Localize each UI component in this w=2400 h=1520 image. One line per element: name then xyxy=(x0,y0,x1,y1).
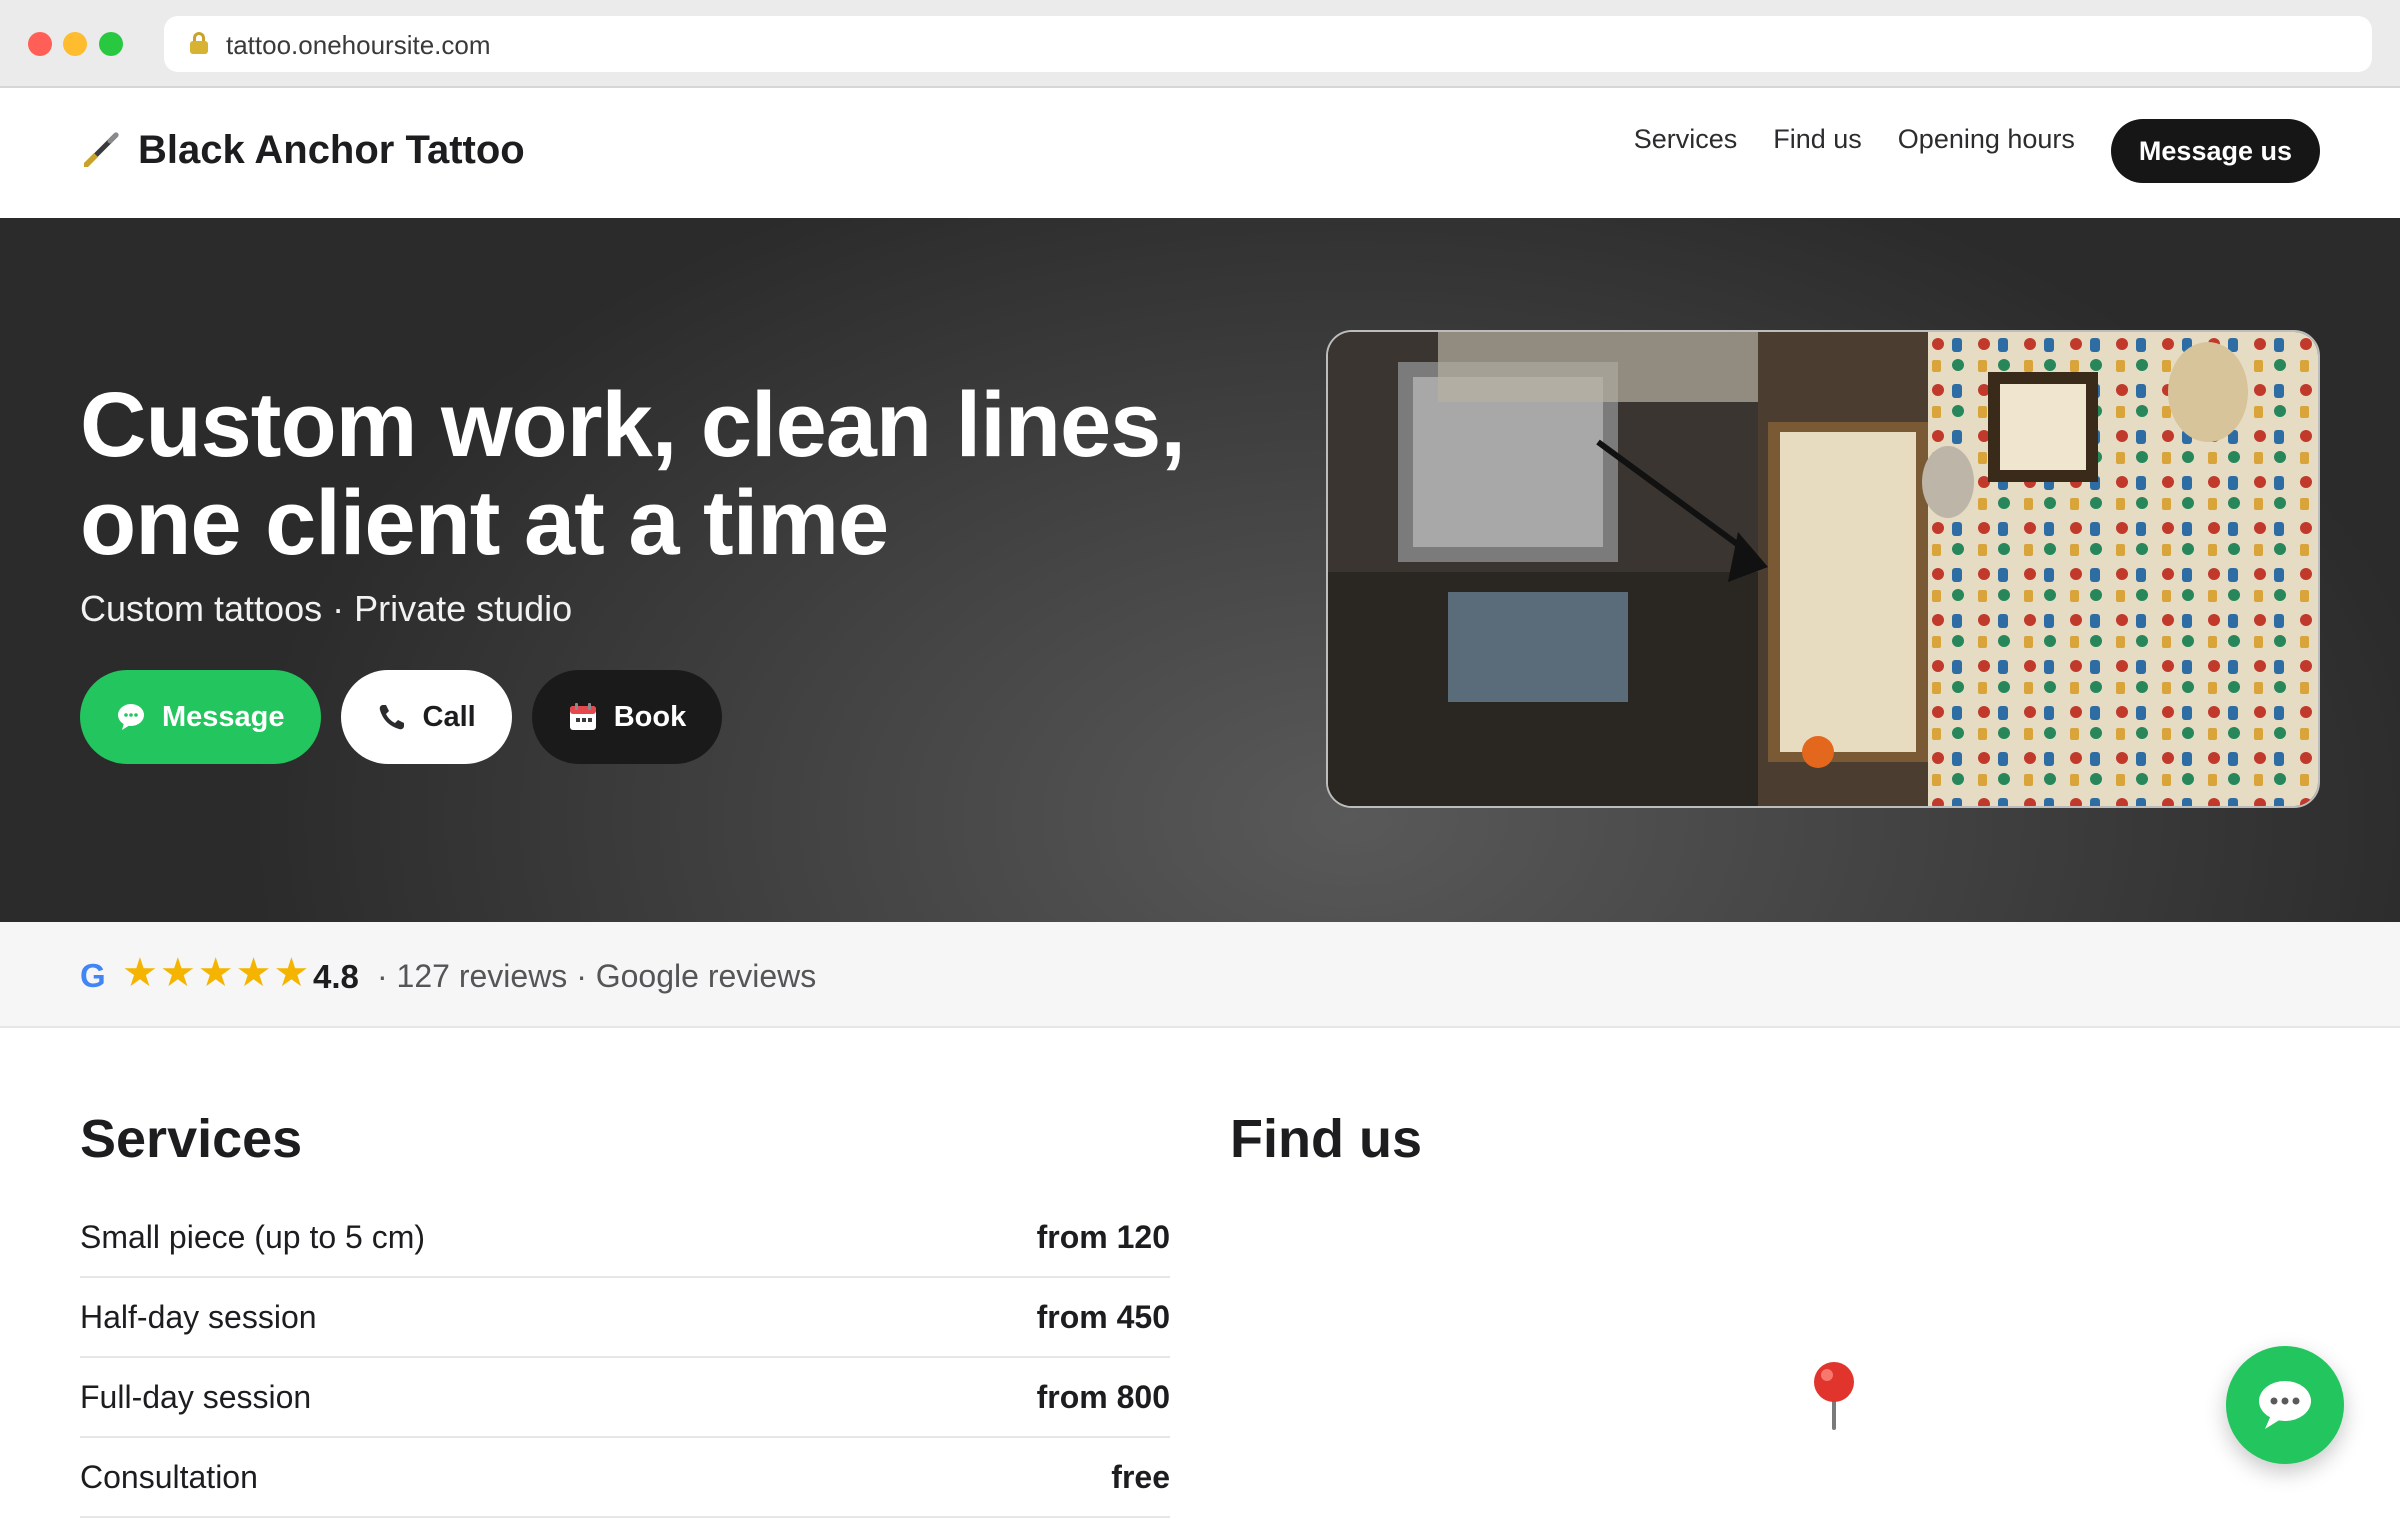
hero-section: Custom work, clean lines, one client at … xyxy=(0,218,2400,922)
speech-bubble-icon xyxy=(118,704,144,730)
brand-name: Black Anchor Tattoo xyxy=(138,128,525,172)
service-price: from 800 xyxy=(1036,1378,1170,1415)
message-button[interactable]: Message xyxy=(80,670,321,764)
service-price: from 120 xyxy=(1036,1218,1170,1255)
chat-button[interactable] xyxy=(2226,1346,2344,1464)
star-rating-icon: ★★★★★ xyxy=(122,951,312,995)
site-header: Black Anchor Tattoo Services Find us Ope… xyxy=(0,88,2400,218)
lock-icon xyxy=(190,32,208,54)
service-name: Full-day session xyxy=(80,1378,312,1415)
rating-value: 4.8 xyxy=(313,958,359,995)
services-heading: Services xyxy=(80,1109,303,1169)
service-price: from 450 xyxy=(1036,1298,1170,1335)
maximize-window-button[interactable] xyxy=(99,32,123,56)
phone-icon xyxy=(379,705,404,730)
message-us-button[interactable]: Message us xyxy=(2110,119,2320,183)
map-pin-icon[interactable] xyxy=(1808,1360,1860,1430)
service-row: Half-day session from 450 xyxy=(80,1278,1170,1358)
hero-subtitle: Custom tattoos · Private studio xyxy=(80,588,573,629)
book-button[interactable]: Book xyxy=(531,670,723,764)
service-row: Small piece (up to 5 cm) from 120 xyxy=(80,1198,1170,1278)
reviews-strip: G ★★★★★ 4.8 · 127 reviews · Google revie… xyxy=(0,922,2400,1028)
url-text: tattoo.onehoursite.com xyxy=(226,30,491,60)
calendar-icon xyxy=(569,703,596,730)
service-name: Small piece (up to 5 cm) xyxy=(80,1218,426,1255)
review-summary-link[interactable]: · 127 reviews · Google reviews xyxy=(377,958,816,995)
hero-cta-row: Message Call Book xyxy=(80,670,742,764)
hero-title-line-2: one client at a time xyxy=(80,472,889,574)
google-logo-icon: G xyxy=(80,957,106,994)
paintbrush-icon xyxy=(84,132,119,167)
nav-link-find-us[interactable]: Find us xyxy=(1773,124,1862,155)
browser-chrome: tattoo.onehoursite.com xyxy=(0,0,2400,88)
call-button[interactable]: Call xyxy=(340,670,512,764)
tattoo-studio-photo xyxy=(1326,330,2320,808)
nav-link-services[interactable]: Services xyxy=(1634,124,1738,155)
service-row: Consultation free xyxy=(80,1438,1170,1518)
service-name: Half-day session xyxy=(80,1298,317,1335)
service-price: free xyxy=(1111,1458,1170,1495)
chat-bubble-icon xyxy=(2259,1381,2311,1429)
find-us-heading: Find us xyxy=(1230,1109,1422,1169)
message-button-label: Message xyxy=(162,700,285,733)
services-list: Small piece (up to 5 cm) from 120 Half-d… xyxy=(80,1198,1170,1518)
service-row: Full-day session from 800 xyxy=(80,1358,1170,1438)
nav-link-opening-hours[interactable]: Opening hours xyxy=(1898,124,2075,155)
book-button-label: Book xyxy=(613,700,687,733)
service-name: Consultation xyxy=(80,1458,258,1495)
main-nav: Services Find us Opening hours Message u… xyxy=(1634,119,2320,183)
studio-photo-illustration xyxy=(1328,332,2318,806)
hero-title: Custom work, clean lines, one client at … xyxy=(80,376,1280,572)
close-window-button[interactable] xyxy=(28,32,52,56)
brand[interactable]: Black Anchor Tattoo xyxy=(80,128,525,173)
address-bar[interactable]: tattoo.onehoursite.com xyxy=(164,16,2372,72)
hero-title-line-1: Custom work, clean lines, xyxy=(80,374,1186,476)
call-button-label: Call xyxy=(422,700,476,733)
minimize-window-button[interactable] xyxy=(63,32,87,56)
